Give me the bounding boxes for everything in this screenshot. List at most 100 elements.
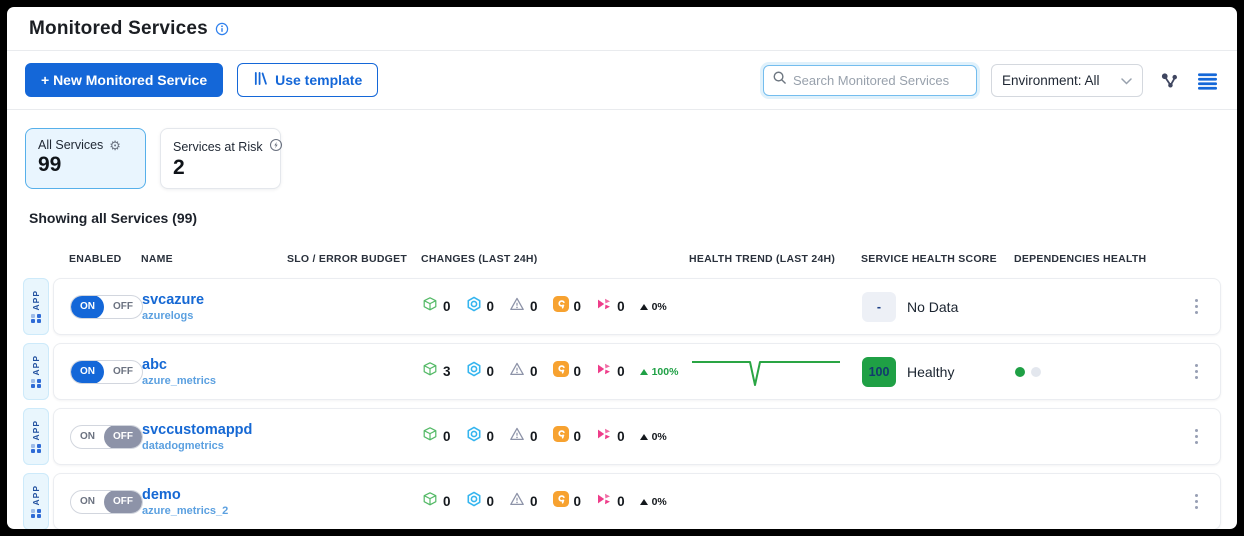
col-dependencies: DEPENDENCIES HEALTH bbox=[1014, 253, 1154, 265]
health-score-label: Healthy bbox=[907, 364, 954, 380]
service-type-label: APP bbox=[31, 420, 41, 440]
title-bar: Monitored Services bbox=[7, 7, 1237, 51]
health-score-badge: 100 bbox=[862, 357, 896, 387]
col-changes: CHANGES (LAST 24H) bbox=[421, 253, 689, 265]
service-hexagon-icon bbox=[466, 491, 482, 512]
service-type-tab: APP bbox=[23, 343, 49, 400]
changes-cell: 0 0 0 0 0 0% bbox=[422, 426, 690, 447]
service-type-label: APP bbox=[31, 355, 41, 375]
health-score-cell: 100 Healthy bbox=[862, 357, 1015, 387]
service-rows: APP ONOFF svcazure azurelogs 0 0 0 0 0 0… bbox=[7, 278, 1237, 529]
summary-cards: All Services ⚙ 99 Services at Risk 2 bbox=[7, 110, 1237, 189]
service-name-link[interactable]: svccustomappd bbox=[142, 421, 288, 439]
all-services-count: 99 bbox=[38, 153, 133, 177]
service-type-tab: APP bbox=[23, 473, 49, 529]
template-library-icon bbox=[253, 71, 268, 89]
health-trend-cell bbox=[690, 349, 862, 394]
chevron-down-icon bbox=[1121, 73, 1132, 88]
dependencies-cell bbox=[1015, 367, 1155, 377]
environment-filter-dropdown[interactable]: Environment: All bbox=[991, 64, 1143, 97]
changes-cell: 0 0 0 0 0 0% bbox=[422, 296, 690, 317]
new-monitored-service-button[interactable]: + New Monitored Service bbox=[25, 63, 223, 97]
changes-cell: 0 0 0 0 0 0% bbox=[422, 491, 690, 512]
services-at-risk-card[interactable]: Services at Risk 2 bbox=[160, 128, 281, 189]
change-trend: 100% bbox=[640, 366, 679, 378]
enabled-toggle[interactable]: ONOFF bbox=[70, 360, 143, 384]
health-score-badge: - bbox=[862, 292, 896, 322]
trend-up-icon bbox=[640, 369, 648, 375]
services-at-risk-label: Services at Risk bbox=[173, 140, 263, 154]
col-name: NAME bbox=[141, 253, 287, 265]
service-type-label: APP bbox=[31, 485, 41, 505]
app-grid-icon bbox=[31, 509, 41, 519]
risk-bolt-icon bbox=[269, 138, 283, 155]
service-subtitle: azurelogs bbox=[142, 310, 288, 322]
row-actions-kebab-icon[interactable] bbox=[1189, 294, 1205, 320]
all-services-card[interactable]: All Services ⚙ 99 bbox=[25, 128, 146, 189]
service-name-link[interactable]: svcazure bbox=[142, 291, 288, 309]
dependency-healthy-dot bbox=[1015, 367, 1025, 377]
service-name-link[interactable]: demo bbox=[142, 486, 288, 504]
trend-up-icon bbox=[640, 499, 648, 505]
orange-integration-icon bbox=[553, 361, 569, 382]
health-score-cell: - No Data bbox=[862, 292, 1015, 322]
alert-triangle-icon bbox=[509, 491, 525, 512]
service-subtitle: azure_metrics bbox=[142, 375, 288, 387]
enabled-toggle[interactable]: ONOFF bbox=[70, 425, 143, 449]
orange-integration-icon bbox=[553, 491, 569, 512]
table-row: APP ONOFF svcazure azurelogs 0 0 0 0 0 0… bbox=[23, 278, 1221, 335]
app-grid-icon bbox=[31, 444, 41, 454]
use-template-button[interactable]: Use template bbox=[237, 63, 378, 97]
gear-icon: ⚙ bbox=[109, 139, 121, 152]
deployment-cube-icon bbox=[422, 296, 438, 317]
row-actions-kebab-icon[interactable] bbox=[1189, 489, 1205, 515]
topology-view-icon[interactable] bbox=[1157, 68, 1181, 92]
service-hexagon-icon bbox=[466, 296, 482, 317]
service-type-tab: APP bbox=[23, 278, 49, 335]
deployment-cube-icon bbox=[422, 361, 438, 382]
toolbar: + New Monitored Service Use template Env… bbox=[7, 51, 1237, 110]
service-hexagon-icon bbox=[466, 426, 482, 447]
deployment-cube-icon bbox=[422, 426, 438, 447]
all-services-label: All Services bbox=[38, 138, 103, 152]
alert-triangle-icon bbox=[509, 296, 525, 317]
col-enabled: ENABLED bbox=[69, 253, 141, 265]
service-subtitle: datadogmetrics bbox=[142, 440, 288, 452]
enabled-toggle[interactable]: ONOFF bbox=[70, 490, 143, 514]
alert-triangle-icon bbox=[509, 426, 525, 447]
health-score-label: No Data bbox=[907, 299, 958, 315]
showing-services-text: Showing all Services (99) bbox=[29, 210, 1237, 226]
trend-up-icon bbox=[640, 434, 648, 440]
trend-up-icon bbox=[640, 304, 648, 310]
col-health-score: SERVICE HEALTH SCORE bbox=[861, 253, 1014, 265]
dependency-unknown-dot bbox=[1031, 367, 1041, 377]
search-box bbox=[763, 65, 977, 96]
table-row: APP ONOFF abc azure_metrics 3 0 0 0 0 10… bbox=[23, 343, 1221, 400]
services-at-risk-count: 2 bbox=[173, 156, 268, 180]
enabled-toggle[interactable]: ONOFF bbox=[70, 295, 143, 319]
app-window: Monitored Services + New Monitored Servi… bbox=[7, 7, 1237, 529]
change-trend: 0% bbox=[640, 431, 667, 443]
table-header: ENABLED NAME SLO / ERROR BUDGET CHANGES … bbox=[7, 253, 1237, 265]
pink-integration-icon bbox=[596, 361, 612, 382]
row-actions-kebab-icon[interactable] bbox=[1189, 424, 1205, 450]
deployment-cube-icon bbox=[422, 491, 438, 512]
table-row: APP ONOFF svccustomappd datadogmetrics 0… bbox=[23, 408, 1221, 465]
search-icon bbox=[772, 70, 787, 90]
orange-integration-icon bbox=[553, 426, 569, 447]
service-type-label: APP bbox=[31, 290, 41, 310]
list-view-icon[interactable] bbox=[1195, 68, 1219, 92]
info-icon[interactable] bbox=[215, 22, 230, 37]
row-actions-kebab-icon[interactable] bbox=[1189, 359, 1205, 385]
service-name-link[interactable]: abc bbox=[142, 356, 288, 374]
search-input[interactable] bbox=[793, 73, 969, 88]
col-health-trend: HEALTH TREND (LAST 24H) bbox=[689, 253, 861, 265]
service-hexagon-icon bbox=[466, 361, 482, 382]
service-type-tab: APP bbox=[23, 408, 49, 465]
page-title: Monitored Services bbox=[29, 18, 208, 40]
col-slo: SLO / ERROR BUDGET bbox=[287, 253, 421, 265]
change-trend: 0% bbox=[640, 496, 667, 508]
table-row: APP ONOFF demo azure_metrics_2 0 0 0 0 0… bbox=[23, 473, 1221, 529]
changes-cell: 3 0 0 0 0 100% bbox=[422, 361, 690, 382]
alert-triangle-icon bbox=[509, 361, 525, 382]
